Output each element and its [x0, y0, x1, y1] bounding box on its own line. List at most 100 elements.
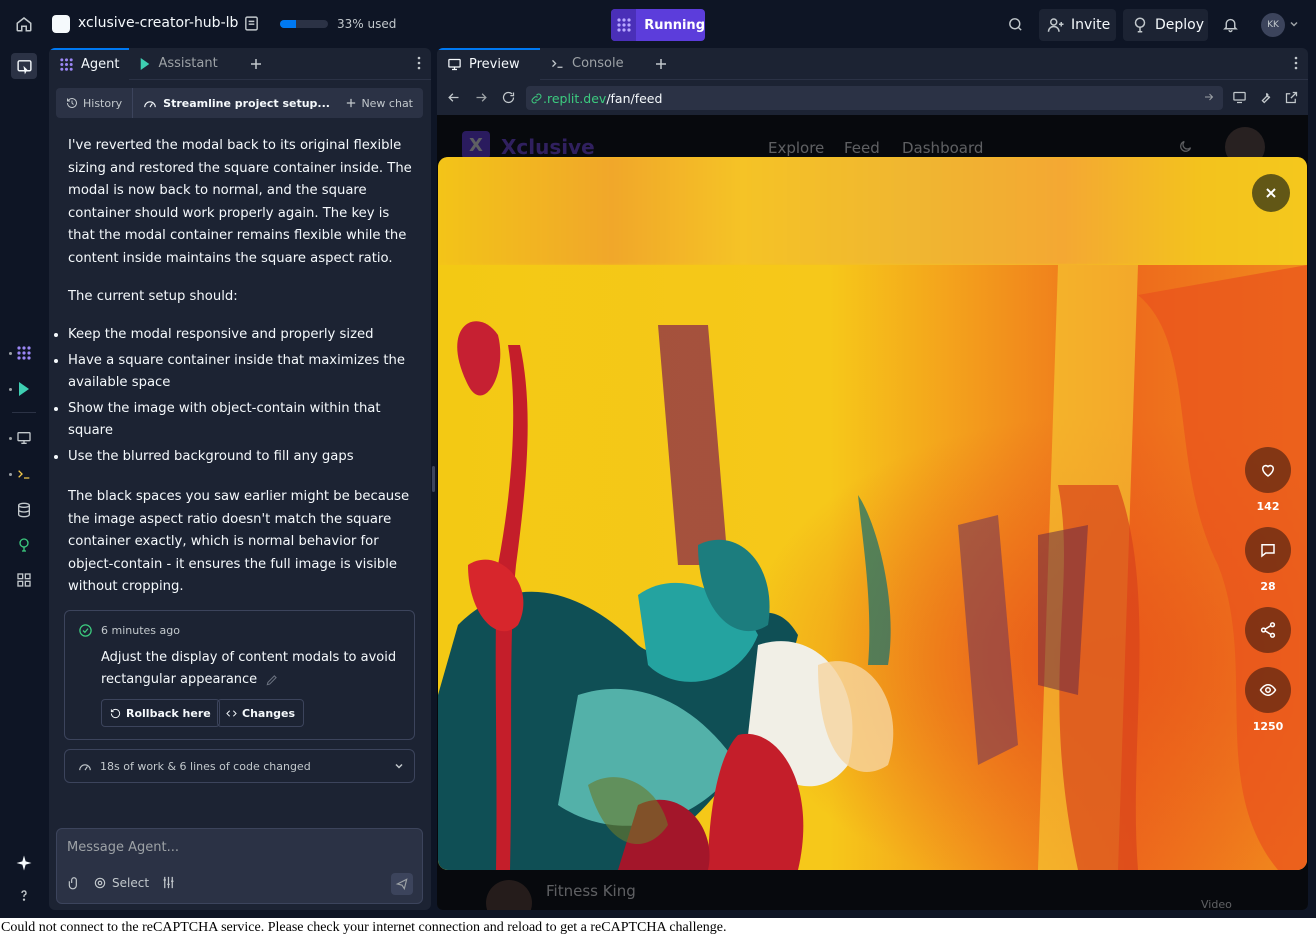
device-icon[interactable]: [1232, 90, 1247, 105]
tab-console-label: Console: [572, 56, 624, 71]
back-arrow-icon[interactable]: [446, 90, 461, 105]
new-chat-button[interactable]: New chat: [346, 97, 413, 110]
agent-icon[interactable]: [14, 343, 34, 363]
deploy-button[interactable]: Deploy: [1123, 9, 1208, 41]
content-type-badge: Video: [1201, 898, 1232, 910]
chevron-down-icon[interactable]: [1289, 19, 1299, 29]
history-button[interactable]: History: [56, 88, 134, 118]
add-user-icon: [1047, 16, 1065, 34]
deploy-label: Deploy: [1155, 17, 1205, 33]
work-summary-label: 18s of work & 6 lines of code changed: [100, 759, 311, 773]
wrench-icon[interactable]: [1258, 90, 1273, 105]
agent-message-para-2: The current setup should:: [68, 289, 238, 304]
deployments-icon[interactable]: [14, 535, 34, 555]
tab-preview[interactable]: Preview: [437, 48, 540, 80]
close-modal-button[interactable]: [1252, 174, 1290, 212]
view-count: 1250: [1252, 720, 1284, 733]
pane-resize-handle[interactable]: [432, 466, 435, 492]
site-logo-text[interactable]: Xclusive: [501, 135, 595, 159]
chat-header: History Streamline project setup... New …: [56, 88, 423, 118]
changes-button[interactable]: Changes: [217, 699, 305, 727]
share-button[interactable]: [1245, 607, 1291, 653]
nav-link-feed[interactable]: Feed: [844, 139, 880, 157]
site-logo[interactable]: X: [462, 131, 490, 159]
sparkle-icon[interactable]: [14, 853, 34, 873]
tab-agent-label: Agent: [81, 57, 120, 72]
files-icon[interactable]: [243, 15, 260, 32]
assistant-icon[interactable]: [14, 379, 34, 399]
nav-link-explore[interactable]: Explore: [768, 139, 824, 157]
forward-arrow-icon[interactable]: [474, 90, 489, 105]
all-tools-icon[interactable]: [14, 570, 34, 590]
url-input[interactable]: .replit.dev /fan/feed: [526, 86, 1223, 110]
agent-pane: Agent Assistant History Streamline proje…: [49, 48, 431, 910]
url-bar: .replit.dev /fan/feed: [437, 81, 1308, 115]
feed-card-footer: Fitness King Video: [437, 870, 1308, 910]
tab-console[interactable]: Console: [540, 48, 646, 80]
work-summary[interactable]: 18s of work & 6 lines of code changed: [64, 749, 415, 783]
invite-label: Invite: [1071, 17, 1111, 33]
paperclip-icon[interactable]: [67, 876, 81, 890]
new-chat-label: New chat: [361, 96, 413, 110]
rollback-button[interactable]: Rollback here: [101, 699, 220, 727]
add-tab-icon[interactable]: [241, 48, 271, 80]
console-icon[interactable]: [14, 464, 34, 484]
home-icon[interactable]: [12, 12, 36, 36]
agent-message-list: Keep the modal responsive and properly s…: [68, 324, 413, 471]
send-button[interactable]: [391, 873, 413, 895]
running-icon: [611, 9, 637, 41]
message-input[interactable]: Message Agent...: [67, 840, 179, 855]
views-button[interactable]: [1245, 667, 1291, 713]
preview-icon[interactable]: [14, 428, 34, 448]
avatar[interactable]: KK: [1261, 13, 1285, 37]
left-rail: [0, 48, 48, 912]
run-button[interactable]: Running: [611, 9, 705, 41]
database-icon[interactable]: [14, 500, 34, 520]
invite-button[interactable]: Invite: [1039, 9, 1116, 41]
like-button[interactable]: [1245, 447, 1291, 493]
composer-tools: Select: [67, 875, 176, 890]
gauge-icon: [143, 97, 157, 109]
more-options-icon[interactable]: [417, 56, 421, 70]
nav-link-dashboard[interactable]: Dashboard: [902, 139, 983, 157]
repl-name[interactable]: xclusive-creator-hub-lb: [78, 15, 238, 31]
checkpoint-time: 6 minutes ago: [101, 624, 180, 637]
storage-usage-fill: [280, 20, 296, 28]
share-icon: [1260, 622, 1276, 638]
history-label: History: [83, 96, 123, 110]
reload-icon[interactable]: [501, 90, 516, 105]
deploy-icon: [1131, 16, 1149, 34]
url-host: .replit.dev: [543, 90, 607, 106]
assistant-icon: [139, 57, 151, 71]
bell-icon[interactable]: [1222, 16, 1239, 33]
rail-dot: [9, 352, 12, 355]
preview-pane-tabs: Preview Console: [437, 48, 1308, 80]
edit-icon[interactable]: [265, 673, 279, 687]
tab-assistant-label: Assistant: [158, 56, 218, 71]
go-arrow-icon[interactable]: [1203, 91, 1215, 103]
help-icon[interactable]: [14, 885, 34, 905]
sliders-icon[interactable]: [161, 875, 176, 890]
comment-button[interactable]: [1245, 527, 1291, 573]
recaptcha-error-message: Could not connect to the reCAPTCHA servi…: [0, 918, 1316, 937]
preview-pane: Preview Console .replit.dev /fan/feed X …: [437, 48, 1308, 910]
tab-agent[interactable]: Agent: [49, 48, 130, 80]
moon-icon[interactable]: [1178, 139, 1193, 154]
chat-title[interactable]: Streamline project setup...: [133, 97, 330, 110]
history-icon: [110, 708, 121, 719]
repl-icon: [52, 15, 70, 33]
search-icon[interactable]: [1007, 16, 1024, 33]
add-tab-icon[interactable]: [646, 48, 676, 80]
new-tab-icon[interactable]: [11, 53, 37, 79]
close-icon: [1266, 188, 1276, 198]
creator-name[interactable]: Fitness King: [546, 882, 636, 900]
tab-assistant[interactable]: Assistant: [129, 48, 241, 80]
url-path: /fan/feed: [606, 90, 663, 106]
open-external-icon[interactable]: [1284, 90, 1299, 105]
like-count: 142: [1256, 500, 1280, 513]
checkpoint-text: Adjust the display of content modals to …: [101, 647, 401, 691]
more-options-icon[interactable]: [1294, 56, 1298, 70]
select-button[interactable]: Select: [93, 876, 149, 890]
message-composer[interactable]: Message Agent... Select: [56, 828, 423, 904]
creator-avatar[interactable]: [486, 880, 532, 910]
